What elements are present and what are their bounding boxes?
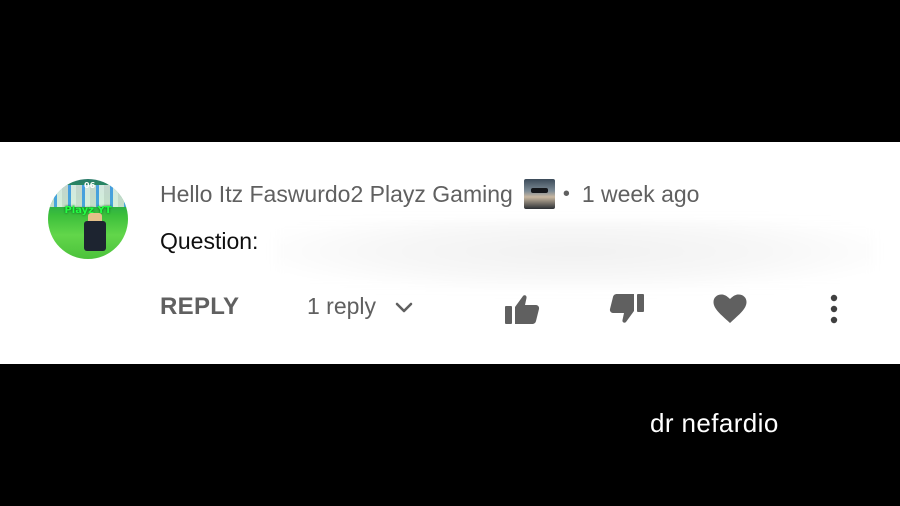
- chevron-down-icon: [395, 302, 413, 312]
- comment-action-bar: REPLY 1 reply: [0, 287, 900, 331]
- avatar-character: [84, 221, 106, 251]
- comment-body: Question:: [160, 228, 259, 254]
- comment-timestamp[interactable]: 1 week ago: [582, 181, 700, 208]
- blurred-comment-text: [275, 220, 875, 290]
- heart-icon: [713, 294, 747, 323]
- replies-count-label: 1 reply: [307, 293, 377, 319]
- view-replies-toggle[interactable]: 1 reply: [307, 293, 414, 320]
- thumbs-down-icon: [609, 294, 644, 323]
- video-watermark: dr nefardio: [650, 408, 779, 438]
- heart-button[interactable]: [711, 291, 749, 327]
- meta-separator: •: [562, 182, 570, 205]
- thumbs-up-icon: [505, 295, 540, 324]
- reply-button[interactable]: REPLY: [160, 293, 239, 321]
- more-options-button[interactable]: [815, 291, 853, 327]
- like-button[interactable]: [503, 291, 541, 327]
- dislike-button[interactable]: [608, 291, 646, 327]
- video-frame: 06 Playz YT Hello Itz Faswurdo2 Playz Ga…: [0, 0, 900, 506]
- author-badge-image: [523, 179, 555, 209]
- comment-header: Hello Itz Faswurdo2 Playz Gaming • 1 wee…: [160, 178, 699, 210]
- commenter-avatar[interactable]: 06 Playz YT: [48, 179, 128, 259]
- more-vert-icon: [830, 294, 838, 324]
- avatar-counter: 06: [84, 181, 96, 190]
- author-name[interactable]: Hello Itz Faswurdo2 Playz Gaming: [160, 181, 513, 208]
- comment-card: 06 Playz YT Hello Itz Faswurdo2 Playz Ga…: [0, 142, 900, 364]
